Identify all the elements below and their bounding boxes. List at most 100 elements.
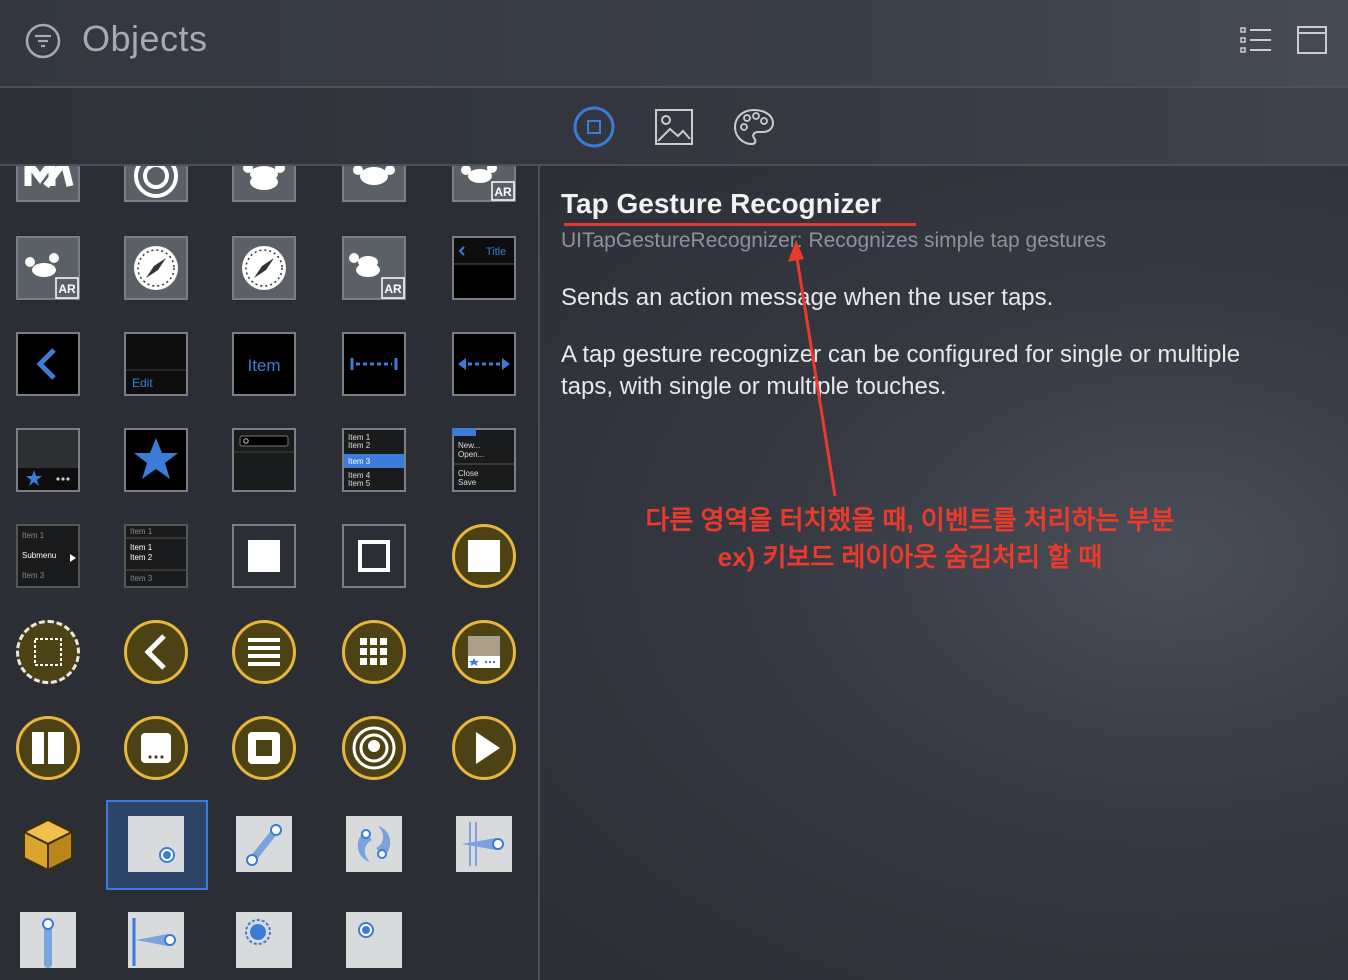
ar-spritekit-view-item[interactable]: AR (16, 236, 80, 300)
table-view-controller-item[interactable] (232, 620, 296, 684)
dashed-square-icon (34, 638, 62, 666)
picker-view-item[interactable]: Item 1 Item 2 Item 3 Item 4 Item 5 (342, 428, 406, 492)
submenu-icon: Item 1 Submenu Item 3 (22, 531, 76, 580)
svg-text:Submenu: Submenu (22, 551, 56, 560)
annotation-text: 다른 영역을 터치했을 때, 이벤트를 처리하는 부분 ex) 키보드 레이아웃… (580, 502, 1240, 576)
grid-icon (360, 638, 387, 665)
list-icon (248, 638, 280, 666)
page-view-controller-item[interactable] (124, 716, 188, 780)
svg-text:AR: AR (58, 282, 76, 296)
metal-icon (24, 166, 74, 189)
library-tab-bar (0, 88, 1348, 166)
swipe-gesture-recognizer-item[interactable] (452, 812, 516, 876)
svg-text:Title: Title (486, 246, 506, 258)
object-title: Tap Gesture Recognizer (561, 188, 882, 219)
long-press-icon (245, 919, 271, 945)
scenekit-view-item[interactable] (124, 166, 188, 202)
ar-icon: AR (25, 253, 79, 299)
tap-gesture-recognizer-item[interactable] (124, 812, 188, 876)
storyboard-reference-item[interactable] (16, 620, 80, 684)
ar-scnview-item[interactable]: AR (342, 236, 406, 300)
svg-text:Open...: Open... (458, 450, 484, 459)
menu-item[interactable]: New... Open... Close Save (452, 428, 516, 492)
bar-button-icon: Item (247, 356, 280, 375)
screen-edge-pan-gesture-item[interactable] (124, 908, 188, 972)
page-view-icon (141, 733, 171, 763)
outline-square-icon (358, 540, 390, 572)
swipe-gesture-icon (462, 822, 504, 866)
web-view-item[interactable] (124, 236, 188, 300)
search-bar-item[interactable] (232, 428, 296, 492)
filled-square-icon (468, 540, 500, 572)
concentric-circles-icon (352, 726, 396, 770)
flexible-space-item[interactable] (452, 332, 516, 396)
bar-button-item[interactable]: Item (232, 332, 296, 396)
sprite-view-item[interactable] (232, 166, 296, 202)
svg-text:Item 5: Item 5 (348, 479, 371, 488)
split-view-controller-item[interactable] (16, 716, 80, 780)
object-item[interactable] (16, 812, 80, 876)
tab-bar-star-item[interactable] (124, 428, 188, 492)
svg-text:Close: Close (458, 469, 479, 478)
pinch-gesture-icon (246, 824, 282, 866)
media-tab-icon[interactable] (652, 105, 696, 149)
objects-tab-icon[interactable] (572, 105, 616, 149)
object-class-description: UITapGestureRecognizer: Recognizes simpl… (561, 229, 1107, 252)
svg-text:Item 3: Item 3 (130, 574, 153, 583)
svg-text:Item: Item (247, 356, 280, 375)
collection-view-controller-item[interactable] (342, 620, 406, 684)
fixed-space-icon (350, 358, 398, 370)
window-icon[interactable] (1296, 24, 1328, 56)
wkweb-view-item[interactable] (232, 236, 296, 300)
glkit-view-controller-item[interactable] (232, 716, 296, 780)
navigation-bar-icon: Title (454, 238, 514, 265)
tab-bar-item[interactable] (16, 428, 80, 492)
header: Objects (0, 0, 1348, 88)
navigation-bar-item[interactable]: Title (452, 236, 516, 300)
rotation-gesture-icon (357, 826, 391, 862)
submenu-item[interactable]: Item 1 Submenu Item 3 (16, 524, 80, 588)
ar-scenekit-view-item[interactable]: AR (452, 166, 516, 202)
annotation-line-1: 다른 영역을 터치했을 때, 이벤트를 처리하는 부분 (645, 505, 1175, 535)
svg-text:Save: Save (458, 478, 477, 487)
list-view-icon[interactable] (1240, 26, 1272, 54)
toolbar-edit-item[interactable]: Edit (124, 332, 188, 396)
play-icon (476, 732, 500, 764)
hover-gesture-item[interactable] (342, 908, 406, 972)
scenekit-controller-item[interactable] (342, 716, 406, 780)
ar-icon: AR (461, 166, 515, 201)
menu-list-item[interactable]: Item 1 Item 1 Item 2 Item 3 (124, 524, 188, 588)
metal-view-item[interactable] (16, 166, 80, 202)
avkit-player-controller-item[interactable] (452, 716, 516, 780)
container-view-item[interactable] (342, 524, 406, 588)
screen-edge-pan-icon (132, 918, 176, 966)
split-view-icon (32, 732, 64, 764)
view-item[interactable] (232, 524, 296, 588)
cube-icon (21, 818, 75, 872)
back-button-item[interactable] (16, 332, 80, 396)
rotation-gesture-recognizer-item[interactable] (342, 812, 406, 876)
svg-text:Item 3: Item 3 (22, 571, 45, 580)
panel-title: Objects (82, 18, 208, 59)
glkit-icon (248, 732, 280, 764)
svg-text:AR: AR (384, 282, 402, 296)
svg-text:Item 1: Item 1 (22, 531, 45, 540)
pan-gesture-recognizer-item[interactable] (16, 908, 80, 972)
filter-icon[interactable] (24, 22, 62, 60)
scenekit-icon (134, 166, 178, 198)
fixed-space-item[interactable] (342, 332, 406, 396)
svg-text:Item 2: Item 2 (348, 441, 371, 450)
svg-text:AR: AR (494, 185, 512, 199)
tab-bar-controller-item[interactable] (452, 620, 516, 684)
sprite-icon (353, 166, 395, 185)
long-press-gesture-item[interactable] (232, 908, 296, 972)
svg-text:Item 1: Item 1 (130, 527, 153, 536)
navigation-controller-item[interactable] (124, 620, 188, 684)
pinch-gesture-recognizer-item[interactable] (232, 812, 296, 876)
star-icon (134, 438, 178, 479)
search-icon (234, 435, 294, 453)
annotation-line-2: ex) 키보드 레이아웃 숨김처리 할 때 (717, 542, 1103, 572)
color-palette-tab-icon[interactable] (732, 105, 776, 149)
view-controller-item[interactable] (452, 524, 516, 588)
spritekit-view-item[interactable] (342, 166, 406, 202)
